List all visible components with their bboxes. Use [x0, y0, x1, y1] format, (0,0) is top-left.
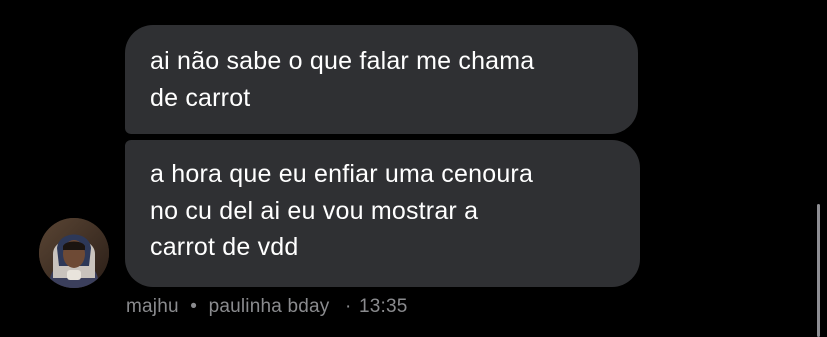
meta-separator: • — [190, 296, 198, 317]
vertical-scrollbar[interactable] — [817, 204, 820, 337]
message-bubble[interactable]: a hora que eu enfiar uma cenoura no cu d… — [125, 140, 640, 287]
message-text-line: carrot de vdd — [150, 233, 299, 261]
chat-thread: ai não sabe o que falar me chama de carr… — [0, 0, 827, 337]
message-text-line: no cu del ai eu vou mostrar a — [150, 196, 479, 225]
message-text-line: ai não sabe o que falar me chama — [150, 47, 535, 75]
message-text-line: de carrot — [150, 83, 251, 112]
message-bubble[interactable]: ai não sabe o que falar me chama de carr… — [125, 25, 638, 134]
message-text-line: a hora que eu enfiar uma cenoura — [150, 160, 534, 188]
sender-avatar[interactable] — [39, 218, 109, 288]
avatar-photo-icon — [39, 218, 109, 288]
time-separator: · — [345, 296, 352, 317]
group-name[interactable]: paulinha bday — [209, 296, 330, 317]
message-meta: majhu • paulinha bday · 13:35 — [126, 296, 408, 318]
message-timestamp: 13:35 — [359, 296, 408, 317]
sender-name[interactable]: majhu — [126, 296, 179, 317]
